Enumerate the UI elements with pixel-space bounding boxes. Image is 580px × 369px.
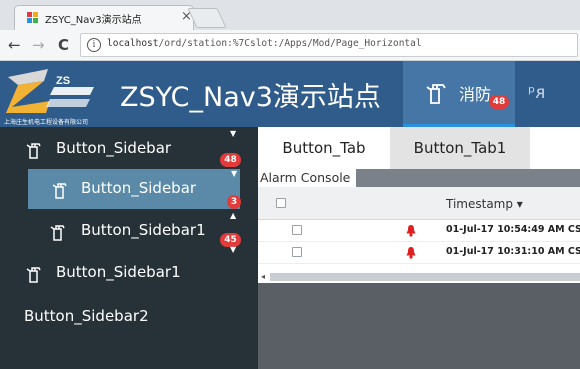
address-bar: ← → C i localhost/ord/station:%7Cslot:/A…: [0, 30, 580, 61]
sidebar-item-button-sidebar-selected[interactable]: Button_Sidebar ▼ 3: [28, 169, 241, 209]
sidebar-item-label: Button_Sidebar: [56, 139, 172, 157]
nav-tab-fire-label: 消防: [459, 85, 492, 104]
alarm-console-title: Alarm Console: [258, 169, 358, 187]
sidebar-item-label: Button_Sidebar1: [56, 263, 181, 281]
app-title: ZSYC_Nav3演示站点: [120, 82, 381, 113]
table-row[interactable]: 01-Jul-17 10:31:10 AM CST: [258, 242, 580, 264]
url-path: /ord/station:%7Cslot:/Apps/Mod/Page_Hori…: [158, 38, 422, 49]
sidebar-item-button-sidebar1[interactable]: Button_Sidebar1: [0, 253, 258, 293]
alarm-console-toolbar: [356, 169, 580, 187]
browser-tabstrip: ZSYC_Nav3演示站点 ×: [0, 0, 580, 31]
chevron-down-icon[interactable]: ▼: [231, 169, 237, 178]
column-header-timestamp[interactable]: Timestamp ▾: [446, 197, 523, 211]
back-arrow-icon[interactable]: ←: [8, 36, 21, 54]
tab-button-tab[interactable]: Button_Tab: [258, 127, 390, 169]
reload-icon[interactable]: C: [58, 36, 69, 54]
scrollbar-thumb[interactable]: [270, 273, 580, 281]
sidebar: Button_Sidebar ▼ 48 Button_Sidebar ▼ 3 B…: [0, 127, 258, 369]
info-icon[interactable]: i: [87, 38, 101, 52]
row-timestamp: 01-Jul-17 10:54:49 AM CST: [446, 224, 580, 235]
forward-arrow-icon[interactable]: →: [32, 36, 45, 54]
browser-tab[interactable]: ZSYC_Nav3演示站点 ×: [14, 5, 194, 31]
url-input[interactable]: i localhost/ord/station:%7Cslot:/Apps/Mo…: [80, 33, 578, 57]
company-logo: ZS 上海庄生机电工程设备有限公司: [4, 67, 96, 126]
sidebar-item-label: Button_Sidebar2: [24, 307, 149, 325]
fire-extinguisher-icon: [26, 143, 41, 159]
url-text: localhost/ord/station:%7Cslot:/Apps/Mod/…: [107, 38, 422, 49]
chevron-up-icon[interactable]: ▲: [230, 211, 236, 220]
sidebar-badge: 48: [220, 153, 241, 167]
main-content: Button_Tab Button_Tab1 Alarm Console Tim…: [258, 127, 580, 369]
site-favicon: [27, 12, 39, 24]
logo-mark-icon: ZS: [6, 69, 94, 113]
logo-letters: ZS: [56, 75, 70, 87]
table-row[interactable]: 01-Jul-17 10:54:49 AM CST: [258, 220, 580, 242]
sidebar-item-button-sidebar2[interactable]: Button_Sidebar2: [0, 297, 258, 337]
user-icon[interactable]: ᵖᴙ: [528, 83, 546, 103]
chevron-down-icon[interactable]: ▼: [230, 129, 236, 138]
sidebar-item-button-sidebar1-nested[interactable]: Button_Sidebar1 ▲ 45 ▼: [0, 211, 258, 254]
fire-extinguisher-icon: [50, 225, 65, 241]
bell-icon: [406, 247, 416, 259]
sidebar-badge: 3: [227, 195, 241, 209]
tab-button-tab1[interactable]: Button_Tab1: [390, 127, 530, 169]
content-tabs: Button_Tab Button_Tab1: [258, 127, 580, 169]
bell-icon: [406, 225, 416, 237]
row-checkbox[interactable]: [292, 247, 302, 257]
scroll-left-icon[interactable]: ◂: [261, 272, 265, 281]
fire-extinguisher-icon: [426, 84, 446, 104]
browser-tab-title: ZSYC_Nav3演示站点: [45, 15, 142, 26]
nav-tab-fire[interactable]: 消防 48: [403, 61, 515, 127]
select-all-checkbox[interactable]: [276, 198, 286, 208]
alarm-table: Timestamp ▾ 01-Jul-17 10:54:49 AM CST 01…: [258, 187, 580, 271]
app-header: ZS 上海庄生机电工程设备有限公司 ZSYC_Nav3演示站点 消防 48 ᵖᴙ: [0, 61, 580, 127]
row-timestamp: 01-Jul-17 10:31:10 AM CST: [446, 246, 580, 257]
horizontal-scrollbar[interactable]: ◂: [258, 271, 580, 283]
sidebar-item-button-sidebar[interactable]: Button_Sidebar ▼ 48: [0, 129, 258, 169]
fire-extinguisher-icon: [26, 267, 41, 283]
sidebar-item-label: Button_Sidebar: [81, 179, 197, 197]
url-host: localhost: [107, 38, 159, 49]
row-checkbox[interactable]: [292, 225, 302, 235]
logo-caption: 上海庄生机电工程设备有限公司: [4, 119, 89, 126]
sidebar-item-label: Button_Sidebar1: [81, 221, 206, 239]
table-header: Timestamp ▾: [258, 187, 580, 220]
nav-tab-fire-badge: 48: [489, 95, 509, 109]
fire-extinguisher-icon: [52, 183, 67, 199]
